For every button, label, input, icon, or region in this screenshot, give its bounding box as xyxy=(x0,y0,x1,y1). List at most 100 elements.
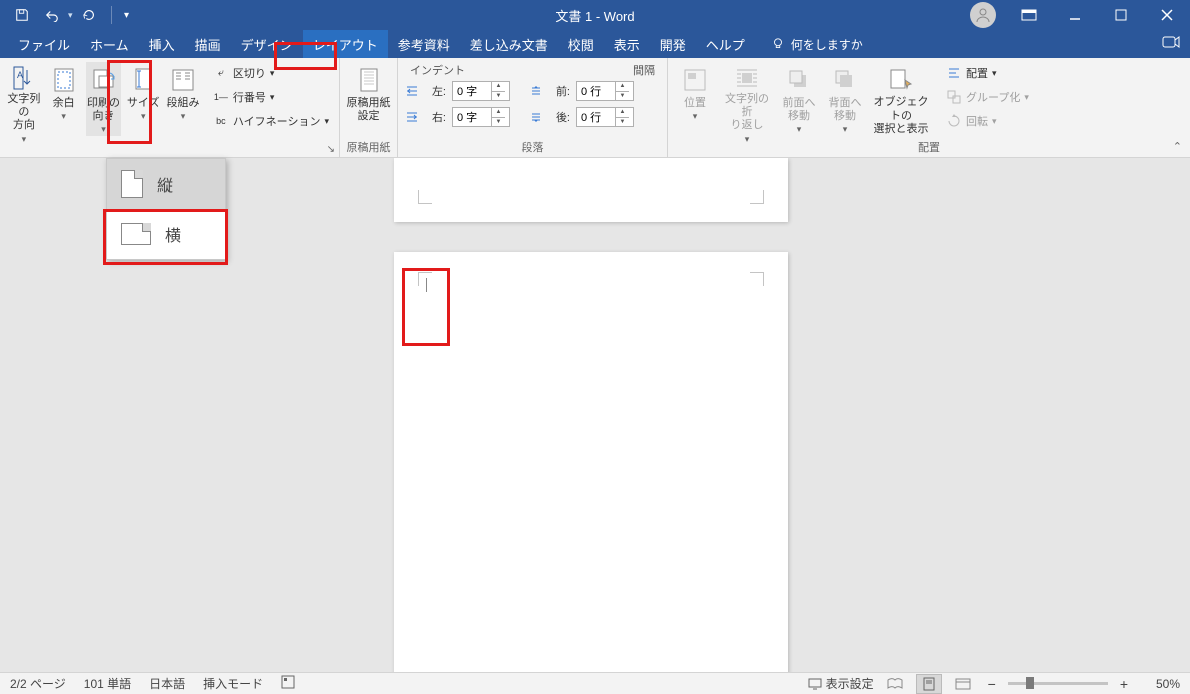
page-setup-launcher[interactable]: ↘ xyxy=(327,144,335,155)
redo-button[interactable] xyxy=(75,1,103,29)
hyphenation-label: ハイフネーション xyxy=(233,113,321,129)
tab-mailings[interactable]: 差し込み文書 xyxy=(460,30,558,58)
manuscript-button[interactable]: 原稿用紙 設定 xyxy=(346,62,391,136)
bring-forward-label: 前面へ 移動 xyxy=(783,97,816,123)
manuscript-label: 原稿用紙 設定 xyxy=(347,97,391,123)
breaks-icon: ⤶ xyxy=(213,65,229,81)
page-2[interactable] xyxy=(394,252,788,672)
group-objects-button: グループ化 ▾ xyxy=(942,86,1033,108)
tab-help[interactable]: ヘルプ xyxy=(696,30,755,58)
save-button[interactable] xyxy=(8,1,36,29)
spacing-after-input[interactable]: ▲▼ xyxy=(576,107,634,127)
display-icon xyxy=(808,678,822,690)
size-button[interactable]: サイズ▾ xyxy=(125,62,161,136)
spacing-before-input[interactable]: ▲▼ xyxy=(576,81,634,101)
align-label: 配置 xyxy=(966,65,988,81)
hyphenation-button[interactable]: bcハイフネーション ▾ xyxy=(209,110,333,132)
ribbon: A 文字列の 方向▾ 余白▾ 印刷の 向き▾ サイズ▾ 段組み▾ ⤶区切り ▾ xyxy=(0,58,1190,158)
tab-insert[interactable]: 挿入 xyxy=(139,30,185,58)
view-print-layout-button[interactable] xyxy=(916,674,942,694)
text-direction-button[interactable]: A 文字列の 方向▾ xyxy=(6,62,42,136)
landscape-page-icon xyxy=(121,223,151,245)
share-button[interactable] xyxy=(1162,34,1180,53)
margins-button[interactable]: 余白▾ xyxy=(46,62,82,136)
status-words[interactable]: 101 単語 xyxy=(84,675,131,692)
send-backward-button: 背面へ 移動▾ xyxy=(824,62,866,136)
display-settings-label: 表示設定 xyxy=(826,675,874,692)
align-icon xyxy=(946,65,962,81)
group-paragraph-label: 段落 xyxy=(404,139,661,155)
ribbon-display-button[interactable] xyxy=(1006,0,1052,30)
tab-developer[interactable]: 開発 xyxy=(650,30,696,58)
display-settings-button[interactable]: 表示設定 xyxy=(808,675,874,692)
zoom-slider[interactable] xyxy=(1008,682,1108,685)
group-objects-label: グループ化 xyxy=(966,89,1020,105)
view-web-layout-button[interactable] xyxy=(950,674,976,694)
tab-design[interactable]: デザイン xyxy=(231,30,303,58)
line-numbers-icon: 1— xyxy=(213,89,229,105)
minimize-button[interactable] xyxy=(1052,0,1098,30)
indent-left-input[interactable]: ▲▼ xyxy=(452,81,510,101)
spacing-before-icon xyxy=(528,83,544,99)
manuscript-icon xyxy=(353,64,385,96)
zoom-out-button[interactable]: − xyxy=(984,676,1000,692)
align-button[interactable]: 配置 ▾ xyxy=(942,62,1033,84)
group-arrange: 位置▾ 文字列の折 り返し▾ 前面へ 移動▾ 背面へ 移動▾ オブジェクトの 選… xyxy=(668,58,1190,157)
view-read-button[interactable] xyxy=(882,674,908,694)
group-paragraph: インデント間隔 左: ▲▼ 前: ▲▼ 右: ▲▼ 後: ▲▼ 段落 xyxy=(398,58,668,157)
tab-draw[interactable]: 描画 xyxy=(185,30,231,58)
orientation-landscape-label: 横 xyxy=(165,222,181,246)
wrap-text-label: 文字列の折 り返し xyxy=(720,93,774,133)
portrait-page-icon xyxy=(121,170,143,198)
tell-me-label: 何をしますか xyxy=(791,36,863,53)
orientation-button[interactable]: 印刷の 向き▾ xyxy=(86,62,122,136)
tell-me-search[interactable]: 何をしますか xyxy=(771,36,863,53)
indent-left-label: 左: xyxy=(424,83,448,99)
zoom-in-button[interactable]: + xyxy=(1116,676,1132,692)
rotate-label: 回転 xyxy=(966,113,988,129)
text-cursor xyxy=(426,278,427,292)
size-icon xyxy=(127,64,159,96)
orientation-icon xyxy=(87,64,119,96)
orientation-label: 印刷の 向き xyxy=(87,97,120,123)
orientation-dropdown: 縦 横 xyxy=(106,158,226,260)
columns-icon xyxy=(167,64,199,96)
rotate-button: 回転 ▾ xyxy=(942,110,1033,132)
wrap-text-icon xyxy=(731,64,763,92)
status-page[interactable]: 2/2 ページ xyxy=(10,675,66,692)
group-page-setup-label: ↘ xyxy=(6,139,333,155)
line-numbers-button[interactable]: 1—行番号 ▾ xyxy=(209,86,333,108)
indent-left-icon xyxy=(404,83,420,99)
group-arrange-label: 配置 xyxy=(674,139,1184,155)
tab-layout[interactable]: レイアウト xyxy=(303,30,388,58)
close-button[interactable] xyxy=(1144,0,1190,30)
status-language[interactable]: 日本語 xyxy=(149,675,185,692)
maximize-button[interactable] xyxy=(1098,0,1144,30)
indent-right-icon xyxy=(404,109,420,125)
undo-button[interactable] xyxy=(38,1,66,29)
status-bar: 2/2 ページ 101 単語 日本語 挿入モード 表示設定 − + 50% xyxy=(0,672,1190,694)
indent-right-label: 右: xyxy=(424,109,448,125)
tab-home[interactable]: ホーム xyxy=(80,30,139,58)
selection-pane-button[interactable]: オブジェクトの 選択と表示 xyxy=(870,62,932,136)
status-macro-icon[interactable] xyxy=(281,675,295,692)
status-mode[interactable]: 挿入モード xyxy=(203,675,263,692)
orientation-landscape-item[interactable]: 横 xyxy=(107,209,225,259)
position-button: 位置▾ xyxy=(674,62,716,136)
page-1[interactable] xyxy=(394,158,788,222)
collapse-ribbon-button[interactable]: ⌃ xyxy=(1173,140,1182,153)
tab-file[interactable]: ファイル xyxy=(8,30,80,58)
columns-button[interactable]: 段組み▾ xyxy=(165,62,201,136)
user-avatar[interactable] xyxy=(970,2,996,28)
tab-review[interactable]: 校閲 xyxy=(558,30,604,58)
indent-right-input[interactable]: ▲▼ xyxy=(452,107,510,127)
orientation-portrait-item[interactable]: 縦 xyxy=(107,159,225,209)
tab-view[interactable]: 表示 xyxy=(604,30,650,58)
zoom-thumb[interactable] xyxy=(1026,677,1034,689)
zoom-level[interactable]: 50% xyxy=(1140,677,1180,691)
tab-references[interactable]: 参考資料 xyxy=(388,30,460,58)
customize-qat-button[interactable]: ▾ xyxy=(120,1,134,29)
quick-access-toolbar: ▾ ▾ xyxy=(0,1,134,29)
hyphenation-icon: bc xyxy=(213,113,229,129)
breaks-button[interactable]: ⤶区切り ▾ xyxy=(209,62,333,84)
